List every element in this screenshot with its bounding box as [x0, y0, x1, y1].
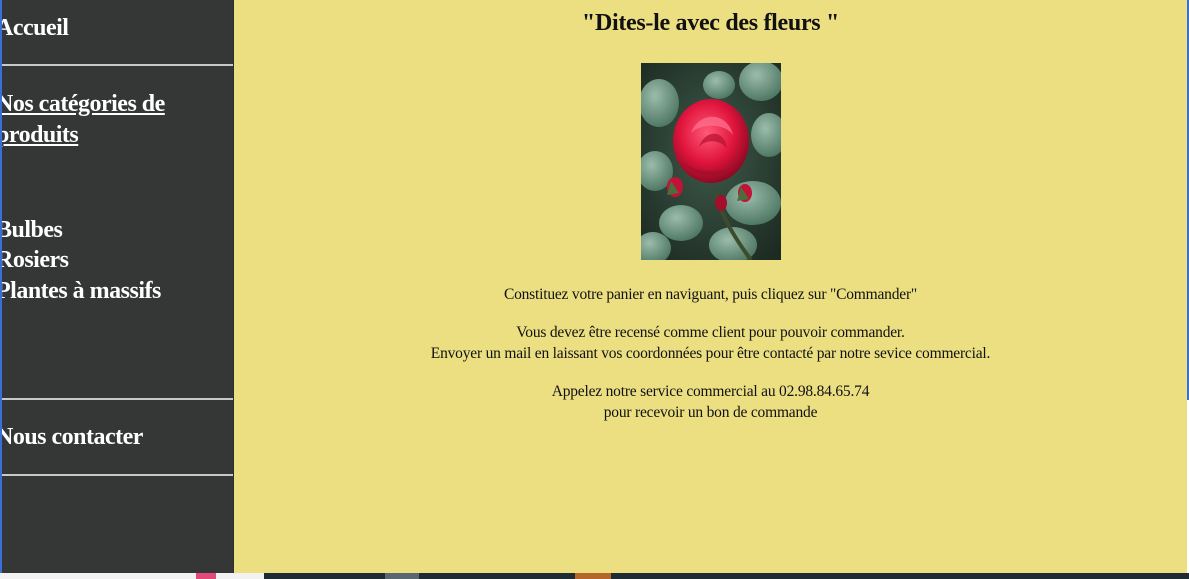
nav-home-link[interactable]: Accueil — [2, 13, 69, 44]
sidebar-divider — [2, 474, 233, 476]
nav-item-plantes-a-massifs[interactable]: Plantes à massifs — [2, 276, 161, 307]
taskbar — [0, 573, 1189, 579]
client-registration-text: Vous devez être recensé comme client pou… — [516, 324, 905, 341]
nav-contact-link[interactable]: Nous contacter — [2, 422, 143, 453]
taskbar-app-icon[interactable] — [575, 573, 611, 579]
nav-categories-link[interactable]: Nos catégories de — [2, 89, 165, 120]
page-frame: Accueil Nos catégories de produits Bulbe… — [0, 0, 1189, 573]
order-form-text: pour recevoir un bon de commande — [603, 404, 818, 421]
page-title: "Dites-le avec des fleurs " — [581, 10, 840, 36]
rose-image-icon — [641, 63, 781, 260]
sidebar-divider — [2, 64, 233, 66]
contact-by-mail-text: Envoyer un mail en laissant vos coordonn… — [430, 345, 991, 362]
nav-categories-link-line2[interactable]: produits — [2, 120, 79, 151]
sidebar: Accueil Nos catégories de produits Bulbe… — [0, 0, 233, 573]
taskbar-segment — [0, 573, 264, 579]
nav-item-rosiers[interactable]: Rosiers — [2, 245, 69, 276]
main-content: "Dites-le avec des fleurs " Constituez v… — [233, 0, 1187, 573]
cart-instructions-text: Constituez votre panier en naviguant, pu… — [503, 286, 918, 303]
taskbar-app-icon[interactable] — [196, 573, 216, 579]
phone-number-text: Appelez notre service commercial au 02.9… — [551, 383, 870, 400]
taskbar-app-icon[interactable] — [385, 573, 419, 579]
sidebar-divider — [2, 398, 233, 400]
nav-item-bulbes[interactable]: Bulbes — [2, 215, 63, 246]
rose-photo — [641, 63, 781, 260]
